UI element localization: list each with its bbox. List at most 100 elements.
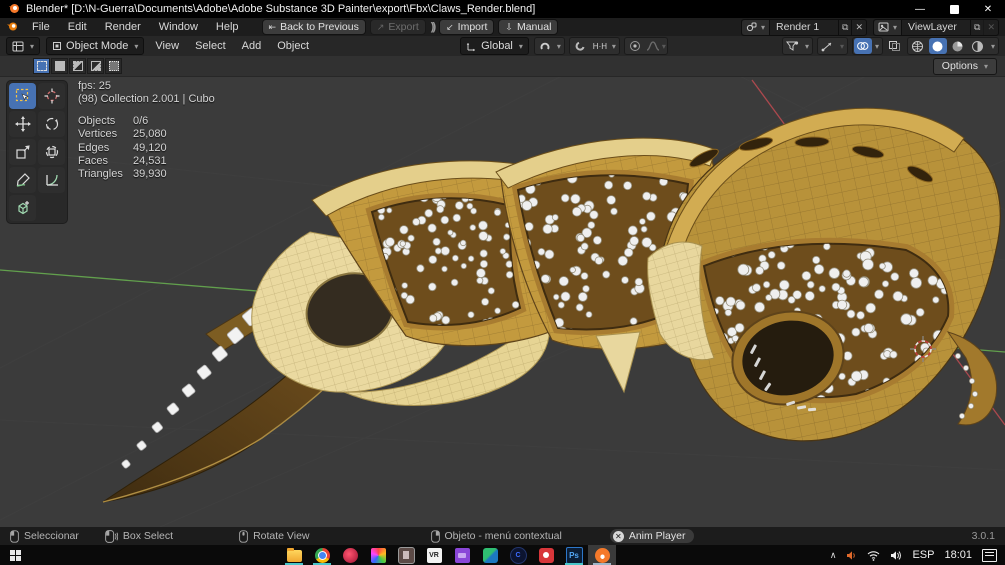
back-to-previous-button[interactable]: ⇤ Back to Previous: [261, 19, 366, 35]
speaker-icon[interactable]: [890, 550, 902, 561]
taskbar-icon-blender[interactable]: [588, 545, 616, 565]
taskbar-icon-remote-display[interactable]: [448, 545, 476, 565]
taskbar-icon-substance-painter[interactable]: [336, 545, 364, 565]
status-bar: Seleccionar Box Select Rotate View Objet…: [0, 527, 1005, 545]
export-icon: ↗: [376, 21, 385, 32]
object-visibility-button[interactable]: ▾: [781, 37, 813, 55]
proportional-falloff-button[interactable]: ▾: [646, 38, 666, 54]
new-scene-icon[interactable]: ⧉: [838, 19, 851, 35]
clock[interactable]: 18:01: [944, 549, 972, 561]
mouse-left-icon: [10, 529, 19, 543]
select-intersect-button[interactable]: [105, 58, 122, 74]
unlink-scene-icon[interactable]: ✕: [851, 19, 866, 35]
tool-move[interactable]: [9, 111, 36, 137]
action-center-icon[interactable]: [982, 548, 997, 562]
back-icon: ⇤: [268, 21, 277, 32]
menu-edit[interactable]: Edit: [59, 18, 96, 36]
stat-edges: Edges 49,120: [78, 141, 167, 154]
shading-wireframe-button[interactable]: [909, 38, 927, 54]
maximize-icon: [949, 4, 959, 14]
workflow-chevrons-icon: )): [430, 21, 437, 33]
viewport-3d[interactable]: fps: 25 (98) Collection 2.001 | Cubo Obj…: [0, 56, 1005, 527]
blender-menu-logo-icon[interactable]: [6, 20, 19, 35]
menu-add[interactable]: Add: [234, 36, 270, 56]
tool-cursor[interactable]: [38, 83, 65, 109]
start-button[interactable]: [0, 545, 30, 565]
overlays-button[interactable]: ▾: [851, 37, 883, 55]
proportional-editing-button[interactable]: [626, 38, 644, 54]
select-invert-button[interactable]: [87, 58, 104, 74]
xray-toggle-button[interactable]: [886, 38, 904, 54]
mode-selector[interactable]: Object Mode ▾: [46, 37, 145, 55]
export-button[interactable]: ↗ Export: [369, 19, 426, 35]
manual-button[interactable]: ⇩ Manual: [498, 19, 559, 35]
taskbar-icon-file-explorer[interactable]: [280, 545, 308, 565]
viewlayer-selector[interactable]: ▾ ViewLayer ⧉ ✕: [873, 18, 999, 36]
blender-icon: [594, 547, 610, 563]
shading-rendered-button[interactable]: [969, 38, 987, 54]
tool-annotate[interactable]: [9, 167, 36, 193]
taskbar-icon-gallery[interactable]: [392, 545, 420, 565]
shading-material-button[interactable]: [949, 38, 967, 54]
anim-player-status[interactable]: ✕ Anim Player: [609, 529, 695, 543]
new-viewlayer-icon[interactable]: ⧉: [970, 19, 983, 35]
taskbar-icon-vr-app[interactable]: VR: [420, 545, 448, 565]
minimize-button[interactable]: —: [903, 0, 937, 18]
windows-logo-icon: [9, 549, 21, 561]
taskbar-icon-capture-c[interactable]: C: [504, 545, 532, 565]
scene-selector[interactable]: ▾ Render 1 ⧉ ✕: [741, 18, 867, 36]
gizmos-button[interactable]: ▾: [816, 37, 848, 55]
taskbar-icon-photoshop[interactable]: Ps: [560, 545, 588, 565]
menu-help[interactable]: Help: [207, 18, 248, 36]
mouse-right-icon: [430, 529, 440, 543]
volume-mixer-icon[interactable]: [846, 550, 857, 561]
editor-type-button[interactable]: ▾: [6, 37, 41, 55]
hint-rotate-view: Rotate View: [239, 529, 310, 543]
select-mode-group: [33, 58, 122, 74]
taskbar-icon-screen-recorder[interactable]: [532, 545, 560, 565]
blender-topbar: File Edit Render Window Help ⇤ Back to P…: [0, 18, 1005, 36]
select-set-button[interactable]: [33, 58, 50, 74]
tool-add-cube[interactable]: [9, 195, 36, 221]
tray-expand-icon[interactable]: ∧: [830, 550, 837, 561]
taskbar-icon-chrome[interactable]: [308, 545, 336, 565]
wifi-icon[interactable]: [867, 550, 880, 561]
claw-tooth: [595, 331, 641, 394]
stop-player-icon[interactable]: ✕: [612, 530, 624, 542]
close-button[interactable]: ✕: [971, 0, 1005, 18]
snapping-options-button[interactable]: H·H ▾: [568, 37, 620, 55]
tool-measure[interactable]: [38, 167, 65, 193]
mode-label: Object Mode: [66, 40, 129, 52]
options-button[interactable]: Options ▾: [932, 57, 997, 75]
maximize-button[interactable]: [937, 0, 971, 18]
snap-increment-icon: H·H: [592, 41, 608, 51]
select-subtract-button[interactable]: [69, 58, 86, 74]
language-indicator[interactable]: ESP: [912, 549, 934, 561]
bluestacks-icon: [482, 547, 498, 563]
scene-name: Render 1: [776, 21, 820, 33]
menu-render[interactable]: Render: [96, 18, 150, 36]
select-extend-button[interactable]: [51, 58, 68, 74]
tool-scale[interactable]: [9, 139, 36, 165]
menu-view[interactable]: View: [147, 36, 187, 56]
taskbar-icon-photos[interactable]: [364, 545, 392, 565]
menu-window[interactable]: Window: [150, 18, 207, 36]
menu-file[interactable]: File: [23, 18, 59, 36]
tool-transform[interactable]: [38, 139, 65, 165]
taskbar-icons: VR C Ps: [280, 545, 616, 565]
tool-rotate[interactable]: [38, 111, 65, 137]
shading-solid-button[interactable]: [928, 38, 947, 54]
menu-select[interactable]: Select: [187, 36, 234, 56]
stat-faces: Faces 24,531: [78, 155, 167, 168]
tool-select-box[interactable]: [9, 83, 36, 109]
hint-context-menu: Objeto - menú contextual: [430, 529, 562, 543]
transform-orientation-selector[interactable]: Global ▾: [460, 37, 529, 55]
import-button[interactable]: ↙ Import: [439, 19, 495, 35]
remove-viewlayer-icon[interactable]: ✕: [983, 19, 998, 35]
snap-target-button[interactable]: ▾: [533, 37, 565, 55]
taskbar-icon-bluestacks[interactable]: [476, 545, 504, 565]
hint-box-select: Box Select: [105, 529, 173, 543]
menu-object[interactable]: Object: [269, 36, 317, 56]
viewlayer-icon: ▾: [874, 19, 903, 35]
active-object: (98) Collection 2.001 | Cubo: [78, 93, 215, 106]
